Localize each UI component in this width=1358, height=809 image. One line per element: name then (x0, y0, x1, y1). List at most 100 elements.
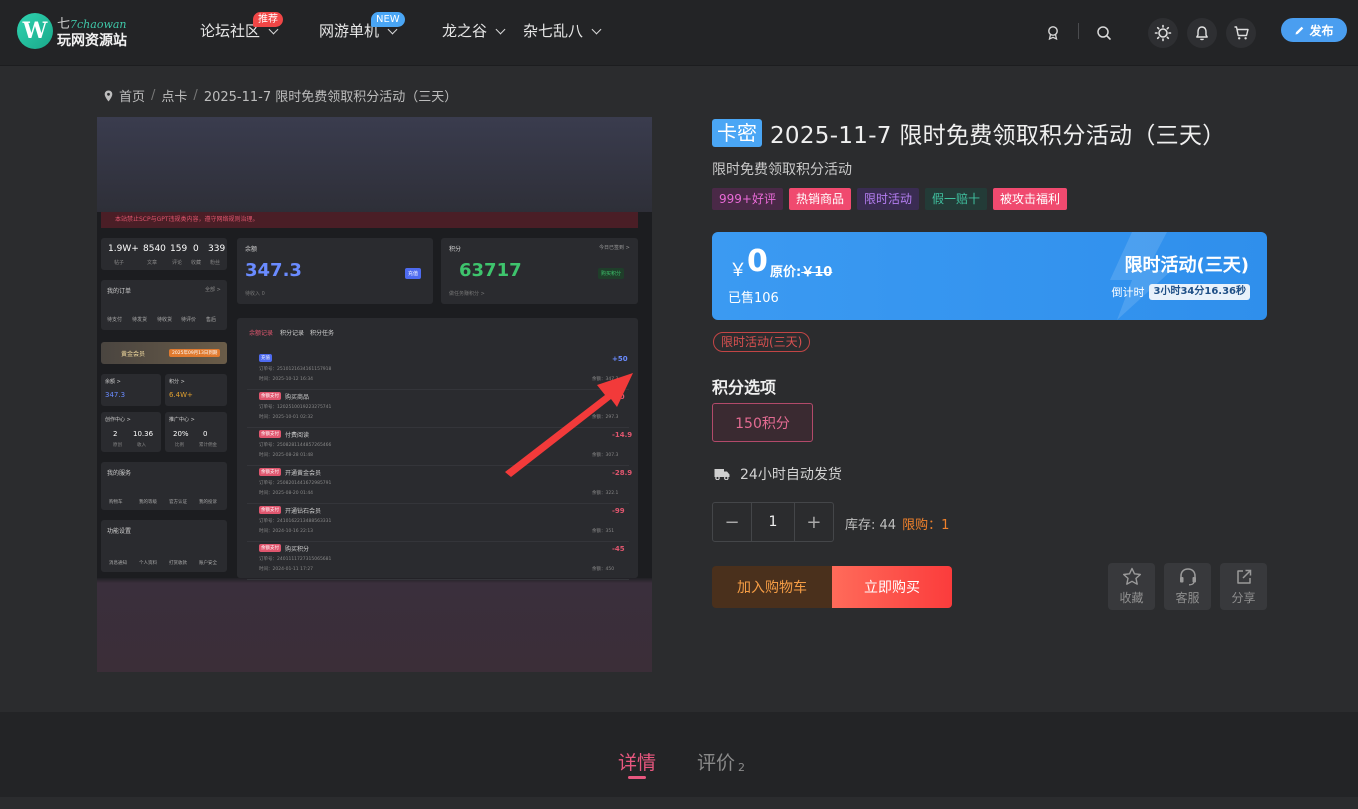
record-tag: 余额支付 (259, 430, 281, 438)
services-title: 我的服务 (107, 470, 132, 477)
service-item: 我的投诉 (199, 500, 217, 505)
customer-service-label: 客服 (1175, 591, 1200, 605)
screenshot-alert: 本站禁止SCP与GPT违规类内容，遵守网络规则治理。 (101, 212, 638, 228)
breadcrumb-home[interactable]: 首页 (119, 86, 145, 105)
stat-value: 339 (208, 244, 226, 254)
nav-forum[interactable]: 论坛社区 推荐 (200, 12, 283, 42)
record-tag: 余额支付 (259, 544, 281, 552)
record-balance: 余额：450 (592, 567, 615, 572)
stat-label: 粉丝 (210, 260, 221, 266)
publish-label: 发布 (1309, 23, 1334, 38)
tab-review-label: 评价 (697, 752, 736, 774)
record-time: 时间：2025-10-01 02:32 (259, 415, 314, 420)
promo-banner: ￥ 0 原价:￥10 已售106 限时活动(三天) 倒计时 3小时34分16.36… (712, 232, 1267, 320)
add-to-cart-button[interactable]: 加入购物车 (712, 566, 832, 608)
promo-center-a: 20% (173, 430, 189, 438)
services-card: 我的服务 购物车 我的等级 官方认证 我的投诉 (101, 462, 227, 510)
breadcrumb-current: 2025-11-7 限时免费领取积分活动（三天） (203, 90, 458, 105)
location-pin-icon (104, 90, 113, 101)
stat-value: 159 (170, 244, 188, 254)
orders-all: 全部 > (205, 287, 221, 293)
medal-icon[interactable] (1038, 18, 1068, 48)
record-title: 开通钻石会员 (285, 508, 322, 515)
records-tab: 积分记录 (280, 330, 305, 337)
nav-dragon-nest[interactable]: 龙之谷 (442, 20, 506, 42)
record-title: 购买积分 (285, 546, 310, 553)
creator-a: 2 (113, 430, 118, 438)
theme-toggle-icon[interactable] (1148, 18, 1178, 48)
share-button[interactable]: 分享 (1220, 563, 1267, 610)
detail-tab-bar (0, 712, 1358, 809)
promo-center-a-label: 比例 (175, 443, 184, 448)
record-amount: -99 (612, 507, 625, 515)
vip-card: 黄金会员 2025年09月13日到期 (101, 342, 227, 364)
balance-title: 余额 (245, 246, 258, 253)
site-logo[interactable]: W 七7chaowan 玩网资源站 (17, 13, 137, 53)
red-arrow-icon (505, 373, 633, 477)
buy-now-button[interactable]: 立即购买 (832, 566, 952, 608)
service-item: 购物车 (109, 500, 123, 505)
order-item: 待支付 (107, 317, 123, 323)
mini-balance-card: 余额 > 347.3 (101, 374, 161, 406)
nav-games[interactable]: 网游单机 NEW (319, 12, 405, 42)
record-time: 时间：2024-10-16 22:13 (259, 529, 314, 534)
shipping-info: 24小时自动发货 (714, 464, 842, 484)
bell-icon[interactable] (1187, 18, 1217, 48)
creator-card: 创作中心 > 2 10.36 原创 收入 (101, 412, 161, 452)
customer-service-button[interactable]: 客服 (1164, 563, 1211, 610)
stat-label: 评论 (172, 260, 183, 266)
promo-center-b-label: 累计佣金 (199, 443, 217, 448)
stat-value: 8540 (143, 244, 166, 254)
tag: 被攻击福利 (993, 188, 1068, 210)
creator-b: 10.36 (133, 430, 154, 438)
record-row: 余额支付 开通钻石会员 -99 订单号：2410162213488563331 时间：2… (247, 504, 629, 542)
stat-value: 0 (193, 244, 199, 254)
quantity-stepper: − 1 + (712, 502, 834, 542)
cart-icon[interactable] (1226, 18, 1256, 48)
record-order-number: 订单号：2508281144857265466 (259, 443, 332, 448)
price-value: 0 (747, 244, 768, 279)
publish-button[interactable]: 发布 (1281, 18, 1347, 42)
decrease-button[interactable]: − (713, 503, 751, 541)
product-image[interactable]: 本站禁止SCP与GPT违规类内容，遵守网络规则治理。 1.9W+ 帖子 8540… (97, 117, 652, 672)
countdown-value: 3小时34分16.36秒 (1149, 284, 1250, 300)
settings-title: 功能设置 (107, 528, 132, 535)
tab-detail[interactable]: 详情 (618, 748, 656, 775)
original-price: 原价:￥10 (770, 261, 832, 280)
nav-misc-label: 杂七乱八 (523, 22, 584, 40)
options-label: 积分选项 (712, 378, 777, 397)
record-time: 时间：2025-08-28 01:48 (259, 453, 314, 458)
increase-button[interactable]: + (795, 503, 833, 541)
tag: 假一赔十 (925, 188, 988, 210)
setting-item: 个人资料 (139, 561, 157, 566)
recharge-button: 充值 (405, 268, 422, 279)
nav-misc[interactable]: 杂七乱八 (523, 20, 602, 42)
promo-title: 限时活动(三天) (1124, 255, 1249, 276)
mini-balance-label: 余额 > (105, 379, 121, 385)
promo-center-b: 0 (203, 430, 208, 438)
nav-forum-label: 论坛社区 (200, 22, 261, 40)
mini-points-card: 积分 > 6.4W+ (165, 374, 227, 406)
mini-points-value: 6.4W+ (169, 391, 193, 399)
orders-card: 我的订单 全部 > 待支付 待发货 待收货 待评价 售后 (101, 280, 227, 330)
header-divider (1078, 23, 1079, 39)
option-150-points[interactable]: 150积分 (712, 403, 813, 442)
sold-count: 已售106 (728, 291, 779, 306)
quantity-input[interactable]: 1 (751, 503, 795, 541)
promo-center-title: 推广中心 > (169, 417, 195, 423)
truck-icon (714, 469, 730, 480)
tab-review[interactable]: 评价 2 (697, 748, 745, 775)
records-tab: 余额记录 (249, 330, 274, 337)
favorite-button[interactable]: 收藏 (1108, 563, 1155, 610)
stock-text: 库存: 44 (845, 518, 897, 533)
search-icon[interactable] (1089, 18, 1119, 48)
shipping-text: 24小时自动发货 (740, 467, 842, 483)
order-item: 售后 (206, 317, 217, 323)
tag-list: 999+好评 热销商品 限时活动 假一赔十 被攻击福利 (712, 188, 1068, 210)
setting-item: 打赏收款 (169, 561, 187, 566)
stat-label: 文章 (147, 260, 158, 266)
logo-mark-icon: W (17, 13, 53, 49)
record-title: 购买商品 (285, 394, 310, 401)
breadcrumb-category[interactable]: 点卡 (161, 86, 187, 105)
stat-value: 1.9W+ (108, 244, 139, 254)
